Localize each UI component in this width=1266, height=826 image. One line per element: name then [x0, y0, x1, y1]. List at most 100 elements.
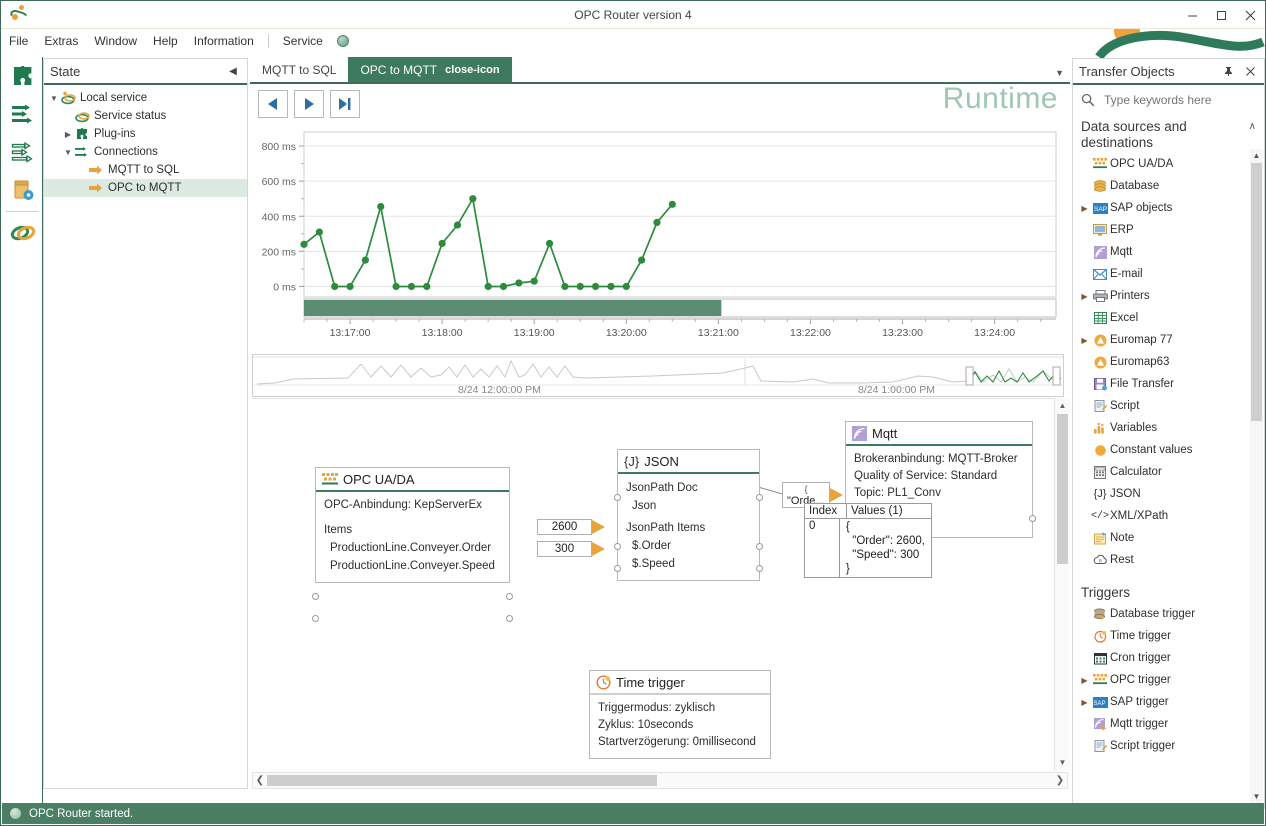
time-trigger-node[interactable]: Time trigger Triggermodus: zyklisch Zykl…	[589, 670, 771, 759]
tree-item-opc-to-mqtt[interactable]: OPC to MQTT	[44, 179, 247, 197]
expand-arrow-icon[interactable]: ▶	[1079, 676, 1090, 685]
tree-item-local-service[interactable]: ▼Local service	[44, 89, 247, 107]
expand-arrow-icon[interactable]: ▶	[1079, 292, 1090, 301]
panel-scroll-thumb[interactable]	[1251, 163, 1262, 421]
tree-item-mqtt-to-sql[interactable]: MQTT to SQL	[44, 161, 247, 179]
opc-item-order[interactable]: ProductionLine.Conveyer.Order	[324, 539, 501, 557]
chevron-up-icon[interactable]: ∧	[1249, 121, 1256, 132]
object-item-json[interactable]: {J}JSON	[1073, 483, 1264, 505]
object-item-cron-trigger[interactable]: Cron trigger	[1073, 647, 1264, 669]
plugins-icon[interactable]	[2, 57, 43, 95]
flow-canvas-viewport[interactable]: OPC UA/DA OPC-Anbindung: KepServerEx Ite…	[252, 398, 1068, 771]
chevron-down-icon[interactable]: ▼	[1055, 68, 1064, 78]
menu-file[interactable]: File	[1, 32, 36, 50]
transfer-objects-scrollbar[interactable]: ▲ ▼	[1250, 149, 1263, 804]
minimize-button[interactable]	[1178, 1, 1207, 29]
object-item-script-trigger[interactable]: Script trigger	[1073, 735, 1264, 757]
object-item-opc-ua-da[interactable]: OPC UA/DA	[1073, 153, 1264, 175]
object-item-rest[interactable]: RRest	[1073, 549, 1264, 571]
scroll-down-icon[interactable]: ▼	[1250, 790, 1263, 804]
object-item-erp[interactable]: ERP	[1073, 219, 1264, 241]
tree-twisty-icon[interactable]: ▶	[62, 130, 74, 139]
tab-mqtt-to-sql[interactable]: MQTT to SQL	[250, 57, 348, 82]
port-json-speed-right[interactable]	[756, 565, 763, 572]
object-item-excel[interactable]: Excel	[1073, 307, 1264, 329]
object-item-script[interactable]: Script	[1073, 395, 1264, 417]
connections-outline-icon[interactable]	[2, 133, 43, 171]
tree-twisty-icon[interactable]: ▼	[48, 94, 60, 103]
json-node[interactable]: {J} JSON JsonPath Doc Json JsonPath Item…	[617, 449, 760, 581]
expand-arrow-icon[interactable]: ▶	[1079, 698, 1090, 707]
scroll-up-icon[interactable]: ▲	[1250, 149, 1263, 163]
object-item-note[interactable]: Note	[1073, 527, 1264, 549]
port-json-doc-left[interactable]	[614, 494, 621, 501]
json-doc-port-row[interactable]: Json	[626, 497, 751, 515]
tree-twisty-icon[interactable]: ▼	[62, 148, 74, 157]
opc-item-speed[interactable]: ProductionLine.Conveyer.Speed	[324, 557, 501, 575]
scroll-left-icon[interactable]: ❮	[253, 773, 267, 788]
object-item-constant-values[interactable]: Constant values	[1073, 439, 1264, 461]
object-item-euromap63[interactable]: Euromap63	[1073, 351, 1264, 373]
close-button[interactable]	[1236, 1, 1265, 29]
menu-help[interactable]: Help	[145, 32, 186, 50]
horizontal-scroll-thumb[interactable]	[267, 775, 657, 786]
object-item-mqtt-trigger[interactable]: Mqtt trigger	[1073, 713, 1264, 735]
json-item-speed[interactable]: $.Speed	[626, 555, 751, 573]
flow-canvas[interactable]: OPC UA/DA OPC-Anbindung: KepServerEx Ite…	[252, 399, 1068, 771]
scroll-down-icon[interactable]: ▼	[1055, 755, 1070, 771]
connections-icon[interactable]	[2, 95, 43, 133]
tab-opc-to-mqtt[interactable]: OPC to MQTT close-icon	[348, 57, 511, 82]
port-json-speed-left[interactable]	[614, 565, 621, 572]
scroll-right-icon[interactable]: ❯	[1053, 773, 1067, 788]
expand-arrow-icon[interactable]: ▶	[1079, 204, 1090, 213]
object-group-header-triggers[interactable]: Triggers∧	[1073, 581, 1264, 603]
object-item-xml-xpath[interactable]: </>XML/XPath	[1073, 505, 1264, 527]
menu-window[interactable]: Window	[86, 32, 145, 50]
object-item-sap-trigger[interactable]: ▶SAPSAP trigger	[1073, 691, 1264, 713]
tree-item-connections[interactable]: ▼Connections	[44, 143, 247, 161]
jump-to-end-button[interactable]	[330, 90, 360, 118]
collapse-left-icon[interactable]: ◀	[225, 63, 241, 79]
maximize-button[interactable]	[1207, 1, 1236, 29]
object-item-variables[interactable]: Variables	[1073, 417, 1264, 439]
port-order-right[interactable]	[506, 593, 513, 600]
menu-extras[interactable]: Extras	[36, 32, 86, 50]
scroll-up-icon[interactable]: ▲	[1055, 398, 1070, 414]
links-icon[interactable]	[2, 214, 43, 252]
json-item-order[interactable]: $.Order	[626, 537, 751, 555]
object-item-database[interactable]: Database	[1073, 175, 1264, 197]
transfer-objects-search[interactable]	[1073, 85, 1264, 115]
chart-navigator[interactable]: 8/24 12:00:00 PM 8/24 1:00:00 PM	[252, 354, 1064, 397]
object-item-sap-objects[interactable]: ▶SAPSAP objects	[1073, 197, 1264, 219]
close-icon[interactable]	[1242, 63, 1258, 79]
project-settings-icon[interactable]	[2, 171, 43, 209]
close-icon[interactable]: close-icon	[445, 64, 499, 76]
menu-service[interactable]: Service	[275, 32, 331, 50]
canvas-horizontal-scrollbar[interactable]: ❮ ❯	[252, 772, 1068, 789]
play-button[interactable]	[294, 90, 324, 118]
expand-arrow-icon[interactable]: ▶	[1079, 336, 1090, 345]
object-item-time-trigger[interactable]: Time trigger	[1073, 625, 1264, 647]
runtime-chart[interactable]: 0 ms200 ms400 ms600 ms800 ms13:17:0013:1…	[252, 124, 1064, 352]
object-item-euromap-77[interactable]: ▶Euromap 77	[1073, 329, 1264, 351]
port-mqtt-payload-right[interactable]	[1029, 515, 1036, 522]
port-json-doc-right[interactable]	[756, 494, 763, 501]
pin-icon[interactable]	[1220, 63, 1236, 79]
port-speed-out[interactable]	[312, 615, 319, 622]
port-json-order-right[interactable]	[756, 543, 763, 550]
object-item-calculator[interactable]: Calculator	[1073, 461, 1264, 483]
object-group-header-data-sources-and-destinations[interactable]: Data sources and destinations∧	[1073, 115, 1264, 153]
menu-information[interactable]: Information	[186, 32, 262, 50]
port-order-out[interactable]	[312, 593, 319, 600]
object-item-mqtt[interactable]: Mqtt	[1073, 241, 1264, 263]
step-back-button[interactable]	[258, 90, 288, 118]
port-json-order-left[interactable]	[614, 543, 621, 550]
object-item-printers[interactable]: ▶Printers	[1073, 285, 1264, 307]
object-item-opc-trigger[interactable]: ▶OPC trigger	[1073, 669, 1264, 691]
port-speed-right[interactable]	[506, 615, 513, 622]
opc-ua-da-node[interactable]: OPC UA/DA OPC-Anbindung: KepServerEx Ite…	[315, 467, 510, 583]
tree-item-service-status[interactable]: Service status	[44, 107, 247, 125]
object-item-database-trigger[interactable]: Database trigger	[1073, 603, 1264, 625]
tree-item-plug-ins[interactable]: ▶Plug-ins	[44, 125, 247, 143]
search-input[interactable]	[1102, 92, 1242, 108]
